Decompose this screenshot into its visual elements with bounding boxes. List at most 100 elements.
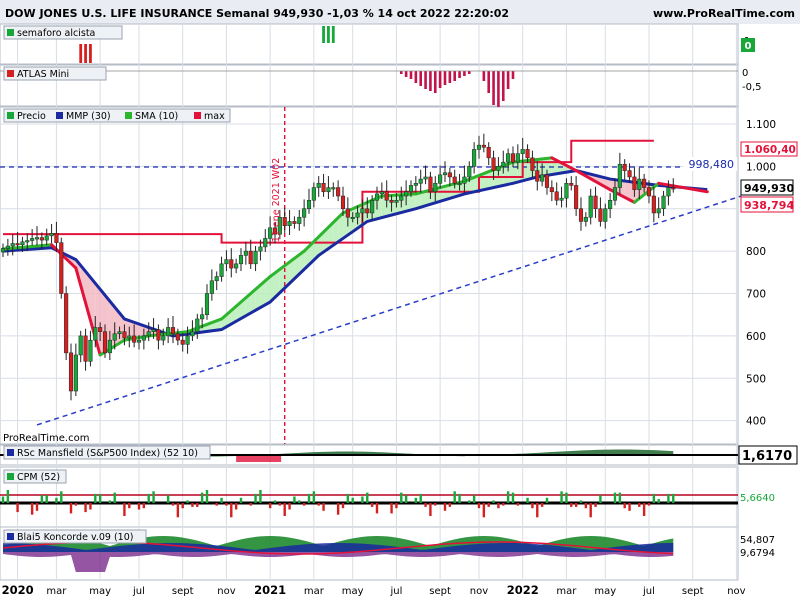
candle-up (379, 191, 384, 195)
price-legend[interactable]: Precio MMP (30) SMA (10) max (3, 108, 231, 123)
candle-down (122, 331, 127, 339)
candle-up (612, 187, 618, 201)
cpm-bar-up (98, 493, 102, 503)
candle-up (141, 335, 146, 341)
cpm-bar-up (545, 497, 549, 503)
website-label[interactable]: www.ProRealTime.com (653, 7, 795, 20)
atlas-bar (487, 71, 490, 93)
candle-down (671, 187, 676, 190)
cpm-bar-down (482, 503, 486, 518)
candle-up (438, 174, 443, 184)
rsc-value: 1,6170 (742, 449, 792, 464)
cpm-bar-up (511, 492, 515, 503)
cpm-bar-up (526, 497, 529, 503)
cpm-label: CPM (52) (17, 472, 60, 483)
candle-up (214, 276, 219, 282)
legend-max: max (204, 111, 225, 122)
rsc-negative-area (236, 455, 282, 462)
bull-band-fill (391, 195, 397, 216)
cpm-bar-up (200, 492, 204, 503)
dashed-level-tag: 998,480 (689, 158, 735, 171)
candle-down (39, 237, 44, 241)
cpm-bar-up (565, 492, 568, 503)
rsc-legend[interactable]: RSc Mansfield (S&P500 Index) (52 10) (3, 445, 211, 460)
chart-title: DOW JONES U.S. LIFE INSURANCE Semanal 94… (5, 7, 509, 20)
cpm-bar-up (657, 499, 660, 503)
atlas-bar (463, 71, 466, 76)
atlas-bar (429, 71, 432, 91)
cpm-bar-down (574, 503, 578, 507)
atlas-bar (492, 71, 495, 105)
cpm-bar-down (642, 503, 646, 516)
candle-down (491, 157, 496, 171)
candle-up (588, 195, 593, 218)
candle-down (59, 242, 64, 294)
atlas-bar (482, 71, 486, 81)
legend-swatch-rsc (7, 449, 14, 456)
cpm-bar-up (667, 493, 670, 503)
semaforo-legend[interactable]: semaforo alcista (3, 25, 123, 40)
candle-up (258, 246, 263, 252)
candle-up (49, 233, 54, 237)
cpm-bar-down (502, 503, 505, 506)
cpm-bar-up (259, 490, 262, 503)
y-tick-label: 1.000 (746, 161, 776, 173)
cpm-bar-down (317, 503, 320, 506)
candle-down (627, 170, 632, 178)
chart-root: DOW JONES U.S. LIFE INSURANCE Semanal 94… (0, 0, 800, 600)
y-tick-label: 1.100 (746, 119, 776, 131)
atlas-bar (424, 71, 427, 89)
cpm-bar-up (618, 492, 622, 503)
candle-up (195, 318, 200, 332)
atlas-legend[interactable]: ATLAS Mini (3, 66, 107, 81)
candle-up (476, 144, 482, 150)
x-tick-label: 2021 (254, 583, 286, 597)
cpm-bar-up (652, 493, 656, 503)
candle-up (151, 329, 156, 332)
candle-up (331, 187, 336, 190)
candle-down (248, 250, 253, 265)
candle-down (525, 149, 530, 159)
candle-down (170, 327, 176, 335)
atlas-bar (467, 71, 471, 74)
cpm-bar-up (366, 492, 369, 503)
candle-up (515, 153, 520, 163)
cpm-bar-down (448, 503, 452, 507)
candle-up (88, 339, 93, 362)
y-tick-label: 400 (746, 416, 766, 428)
koncorde-legend[interactable]: Blai5 Koncorde v.09 (10) (3, 529, 147, 544)
candle-down (646, 187, 652, 197)
candle-up (656, 208, 661, 214)
candle-down (345, 208, 350, 218)
candle-up (564, 183, 569, 199)
cpm-bar-down (288, 503, 291, 510)
candle-down (486, 147, 491, 159)
cpm-bar-up (108, 500, 112, 503)
sma-tag: 938,794 (744, 199, 794, 212)
candle-down (452, 176, 457, 184)
cpm-bar-down (497, 503, 500, 509)
candle-down (593, 195, 598, 209)
cpm-bar-down (302, 503, 306, 506)
candle-up (433, 183, 438, 193)
x-tick-label: jul (642, 586, 655, 597)
legend-swatch-atlas (7, 70, 14, 77)
candle-down (574, 185, 579, 209)
candle-up (442, 172, 448, 176)
cpm-bar-down (123, 503, 126, 516)
koncorde-value-bottom: 9,6794 (740, 548, 775, 559)
cpm-legend[interactable]: CPM (52) (3, 469, 67, 484)
cpm-bar-up (40, 495, 44, 503)
candle-up (234, 263, 239, 269)
candle-down (544, 174, 550, 188)
semaforo-value: 0 (745, 41, 752, 52)
cpm-bar-down (647, 503, 651, 506)
candle-up (404, 191, 409, 197)
candle-up (73, 354, 78, 392)
x-tick-label: may (342, 586, 364, 597)
legend-swatch-cpm (7, 473, 14, 480)
cpm-bar-up (579, 500, 583, 503)
candle-up (408, 185, 414, 193)
candle-down (535, 170, 540, 182)
cpm-bar-down (249, 503, 252, 506)
